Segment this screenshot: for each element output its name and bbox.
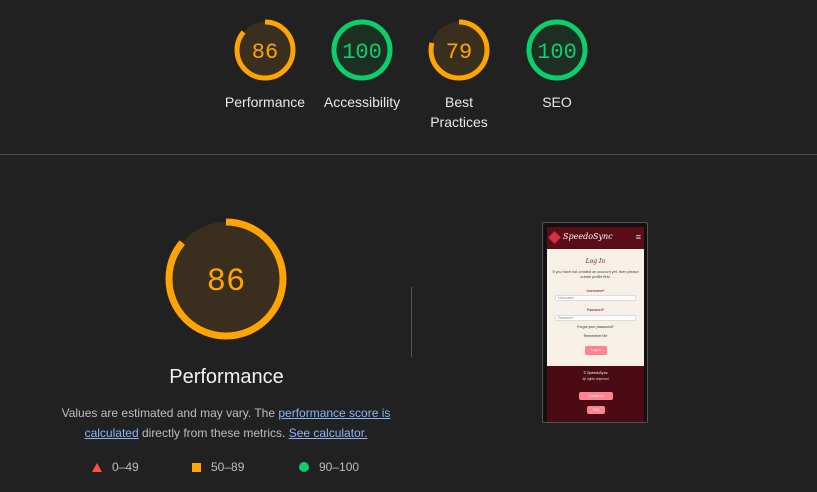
preview-logo: SpeedoSync bbox=[563, 232, 613, 241]
gauge-score: 79 bbox=[446, 40, 472, 65]
preview-contact-button: Contact us bbox=[579, 392, 613, 400]
gauge-ring: 79 bbox=[428, 19, 490, 81]
gauge-label: Best Practices bbox=[430, 94, 488, 130]
preview-username-label: Username* bbox=[586, 289, 605, 293]
preview-header: SpeedoSync ≡ bbox=[547, 227, 644, 249]
legend-pass: 90–100 bbox=[299, 460, 359, 474]
performance-title: Performance bbox=[169, 366, 284, 388]
heart-logo-icon bbox=[548, 231, 561, 244]
section-divider bbox=[0, 154, 817, 155]
square-icon bbox=[192, 462, 201, 472]
legend-fail: 0–49 bbox=[92, 460, 139, 474]
gauge-ring: 100 bbox=[526, 19, 588, 81]
gauge-label: Accessibility bbox=[323, 94, 401, 110]
gauge-accessibility[interactable]: 100 Accessibility bbox=[312, 18, 412, 112]
preview-footer: © SpeedoSync All rights reserved Contact… bbox=[547, 366, 644, 422]
score-legend: 0–49 50–89 90–100 bbox=[0, 460, 453, 476]
gauge-score: 100 bbox=[342, 40, 382, 65]
preview-login-button: Log In bbox=[585, 346, 607, 355]
preview-password-input: Password bbox=[555, 315, 636, 321]
legend-pass-label: 90–100 bbox=[319, 460, 360, 474]
preview-heading: Log In bbox=[585, 258, 606, 265]
performance-gauge-large: 86 bbox=[165, 218, 287, 340]
category-gauges: 86 Performance 100 Accessibility 79 Best… bbox=[0, 0, 817, 155]
gauge-label: Performance bbox=[224, 94, 306, 110]
gauge-score: 86 bbox=[252, 40, 278, 65]
gauge-label: SEO bbox=[542, 94, 572, 110]
metrics-description: Values are estimated and may vary. The p… bbox=[56, 403, 396, 443]
vertical-divider bbox=[411, 287, 412, 357]
legend-average: 50–89 bbox=[192, 460, 244, 474]
gauge-ring: 100 bbox=[331, 19, 393, 81]
legend-fail-label: 0–49 bbox=[112, 460, 139, 474]
desc-text-2: directly from these metrics. bbox=[138, 426, 289, 440]
final-screenshot[interactable]: SpeedoSync ≡ Log In If you have not crea… bbox=[542, 222, 648, 423]
gauge-performance[interactable]: 86 Performance bbox=[215, 18, 315, 112]
preview-intro: If you have not created an account yet, … bbox=[552, 270, 639, 279]
preview-faq-button: FAQ bbox=[587, 406, 605, 414]
desc-text-1: Values are estimated and may vary. The bbox=[61, 406, 279, 420]
preview-footer-copy: © SpeedoSync bbox=[583, 371, 608, 375]
preview-footer-rights: All rights reserved bbox=[582, 377, 609, 381]
legend-average-label: 50–89 bbox=[211, 460, 245, 474]
preview-username-input: Username bbox=[555, 295, 636, 301]
triangle-icon bbox=[92, 462, 102, 472]
gauge-score: 100 bbox=[537, 40, 577, 65]
preview-remember: Remember Me bbox=[583, 334, 608, 338]
preview-password-label: Password* bbox=[586, 308, 605, 312]
see-calculator-link[interactable]: See calculator. bbox=[289, 426, 368, 440]
circle-icon bbox=[299, 462, 309, 472]
gauge-seo[interactable]: 100 SEO bbox=[507, 18, 607, 112]
performance-score-large: 86 bbox=[207, 263, 245, 300]
gauge-ring: 86 bbox=[234, 19, 296, 81]
hamburger-icon: ≡ bbox=[635, 232, 641, 242]
gauge-best-practices[interactable]: 79 Best Practices bbox=[409, 18, 509, 132]
preview-forgot: Forgot your password? bbox=[577, 325, 614, 329]
